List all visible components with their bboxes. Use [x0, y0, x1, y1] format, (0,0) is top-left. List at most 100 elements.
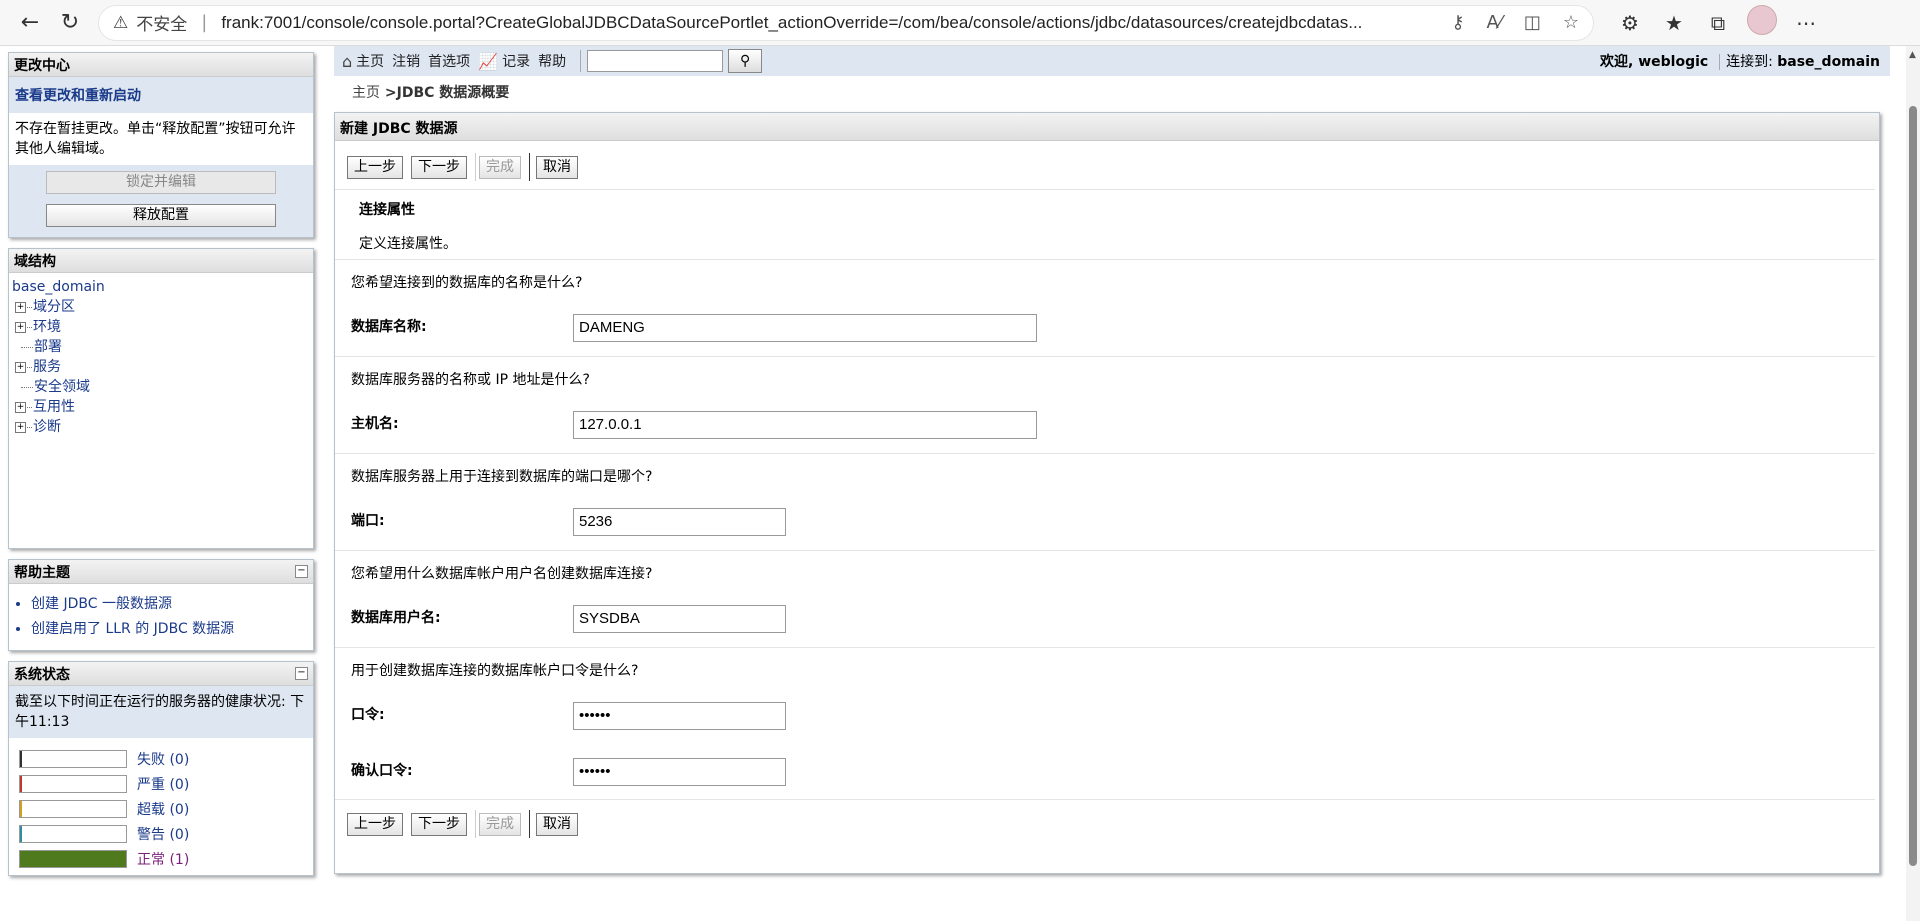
port-input[interactable]: 5236	[573, 508, 786, 536]
back-arrow-icon[interactable]: ←	[10, 5, 50, 41]
db-name-question: 您希望连接到的数据库的名称是什么?	[351, 275, 583, 291]
split-screen-icon[interactable]: ◫	[1524, 12, 1541, 33]
status-link-overloaded[interactable]: 超载 (0)	[137, 799, 189, 819]
more-menu-icon[interactable]: ⋯	[1784, 11, 1828, 35]
scroll-thumb[interactable]	[1909, 106, 1917, 866]
collapse-icon[interactable]: −	[295, 667, 308, 680]
cancel-button[interactable]: 取消	[536, 155, 578, 179]
tree-item-interoperability[interactable]: + 互用性	[12, 397, 310, 417]
confirm-password-input[interactable]: ••••••	[573, 758, 786, 786]
console-topbar: ⌂ 主页 注销 首选项 📈 记录 帮助 ⚲ 欢迎, weblogic 连接到: ba…	[334, 46, 1890, 76]
tree-item-environment[interactable]: + 环境	[12, 317, 310, 337]
expand-plus-icon[interactable]: +	[15, 401, 26, 413]
expand-plus-icon[interactable]: +	[15, 321, 26, 333]
topbar-user-info: 欢迎, weblogic 连接到: base_domain	[1600, 51, 1880, 71]
section-intro: 连接属性 定义连接属性。	[335, 190, 1875, 260]
search-icon: ⚲	[739, 53, 751, 69]
host-question: 数据库服务器的名称或 IP 地址是什么?	[351, 372, 590, 388]
topbar-record[interactable]: 📈 记录	[478, 51, 530, 71]
port-label: 端口:	[351, 513, 385, 529]
expand-plus-icon[interactable]: +	[15, 361, 26, 373]
status-bar	[19, 849, 127, 868]
tree-branch-line	[21, 386, 33, 388]
profile-avatar[interactable]	[1740, 5, 1784, 40]
topbar-divider	[580, 50, 582, 72]
cancel-button-bottom[interactable]: 取消	[536, 812, 578, 836]
tree-root-base-domain[interactable]: base_domain	[12, 277, 310, 297]
port-question: 数据库服务器上用于连接到数据库的端口是哪个?	[351, 469, 653, 485]
address-separator: |	[201, 12, 208, 33]
url-text[interactable]: frank:7001/console/console.portal?Create…	[221, 13, 1429, 33]
tree-item-deployments[interactable]: 部署	[12, 337, 310, 357]
collections-icon[interactable]: ⧉	[1696, 11, 1740, 35]
connected-label: 连接到:	[1726, 54, 1778, 70]
change-center-buttons: 锁定并编辑 释放配置	[9, 165, 313, 237]
topbar-help[interactable]: 帮助	[538, 51, 566, 71]
favorites-icon[interactable]: ★	[1652, 11, 1696, 35]
username-question: 您希望用什么数据库帐户用户名创建数据库连接?	[351, 566, 653, 582]
status-row-failed: 失败 (0)	[9, 746, 313, 771]
password-input[interactable]: ••••••	[573, 702, 786, 730]
collapse-icon[interactable]: −	[295, 565, 308, 578]
back-button[interactable]: 上一步	[347, 155, 403, 179]
warning-icon: ⚠	[113, 12, 129, 33]
status-bar	[19, 824, 127, 843]
left-column: 更改中心 查看更改和重新启动 不存在暂挂更改。单击“释放配置”按钮可允许其他人编…	[8, 52, 314, 886]
finish-button-bottom: 完成	[479, 812, 521, 836]
system-status-title: 系统状态 −	[9, 662, 313, 686]
topbar-search-input[interactable]	[587, 50, 724, 72]
topbar-logout[interactable]: 注销	[392, 51, 420, 71]
change-center-text: 不存在暂挂更改。单击“释放配置”按钮可允许其他人编辑域。	[15, 121, 296, 157]
extensions-icon[interactable]: ⚙	[1608, 11, 1652, 35]
system-status-panel: 系统状态 − 截至以下时间正在运行的服务器的健康状况: 下午11:13 失败 (0…	[8, 661, 314, 876]
status-row-overloaded: 超载 (0)	[9, 796, 313, 821]
view-changes-link[interactable]: 查看更改和重新启动	[9, 77, 313, 113]
favorite-add-icon[interactable]: ☆	[1563, 12, 1579, 33]
password-group: 用于创建数据库连接的数据库帐户口令是什么? 口令: •••••• 确认口令: •…	[335, 648, 1875, 800]
help-link-create-generic[interactable]: 创建 JDBC 一般数据源	[31, 592, 305, 617]
username-input[interactable]: SYSDBA	[573, 605, 786, 633]
domain-tree: base_domain + 域分区 + 环境 部署 + 服务 安全领域 + 互用性 + 诊…	[9, 273, 313, 548]
db-name-label: 数据库名称:	[351, 319, 427, 335]
key-icon[interactable]: ⚷	[1451, 12, 1464, 33]
expand-plus-icon[interactable]: +	[15, 421, 26, 433]
topbar-preferences[interactable]: 首选项	[428, 51, 470, 71]
host-input[interactable]: 127.0.0.1	[573, 411, 1037, 439]
next-button[interactable]: 下一步	[411, 155, 467, 179]
breadcrumb: 主页 >JDBC 数据源概要	[352, 82, 509, 102]
breadcrumb-separator: >	[380, 85, 397, 101]
search-button[interactable]: ⚲	[728, 49, 763, 73]
button-divider	[475, 153, 476, 181]
next-button-bottom[interactable]: 下一步	[411, 812, 467, 836]
db-name-input[interactable]: DAMENG	[573, 314, 1037, 342]
refresh-icon[interactable]: ↻	[50, 5, 90, 41]
read-aloud-icon[interactable]: A⁄	[1487, 12, 1502, 33]
status-link-ok[interactable]: 正常 (1)	[137, 849, 189, 869]
topbar-home[interactable]: ⌂ 主页	[342, 51, 384, 71]
domain-structure-title: 域结构	[9, 249, 313, 273]
page-scrollbar[interactable]: ▲	[1906, 46, 1920, 921]
address-bar[interactable]: ⚠ 不安全 | frank:7001/console/console.porta…	[98, 4, 1594, 41]
status-bar	[19, 774, 127, 793]
tree-item-security-realms[interactable]: 安全领域	[12, 377, 310, 397]
system-status-desc: 截至以下时间正在运行的服务器的健康状况: 下午11:13	[9, 686, 313, 738]
help-link-create-llr[interactable]: 创建启用了 LLR 的 JDBC 数据源	[31, 617, 305, 642]
status-bar	[19, 749, 127, 768]
status-link-critical[interactable]: 严重 (0)	[137, 774, 189, 794]
page: 更改中心 查看更改和重新启动 不存在暂挂更改。单击“释放配置”按钮可允许其他人编…	[0, 46, 1920, 921]
scroll-up-icon[interactable]: ▲	[1909, 50, 1916, 60]
tree-item-diagnostics[interactable]: + 诊断	[12, 417, 310, 437]
breadcrumb-home[interactable]: 主页	[352, 85, 380, 101]
back-button-bottom[interactable]: 上一步	[347, 812, 403, 836]
expand-plus-icon[interactable]: +	[15, 301, 26, 313]
section-desc: 定义连接属性。	[359, 236, 457, 252]
status-link-warning[interactable]: 警告 (0)	[137, 824, 189, 844]
status-link-failed[interactable]: 失败 (0)	[137, 749, 189, 769]
status-rows: 失败 (0) 严重 (0) 超载 (0) 警告 (0) 正常 (1)	[9, 738, 313, 875]
top-button-row: 上一步 下一步 完成 取消	[335, 141, 1875, 190]
help-topics-panel: 帮助主题− 创建 JDBC 一般数据源 创建启用了 LLR 的 JDBC 数据源	[8, 559, 314, 651]
tree-item-services[interactable]: + 服务	[12, 357, 310, 377]
release-config-button[interactable]: 释放配置	[46, 204, 276, 227]
section-title: 连接属性	[359, 202, 415, 218]
tree-item-partitions[interactable]: + 域分区	[12, 297, 310, 317]
